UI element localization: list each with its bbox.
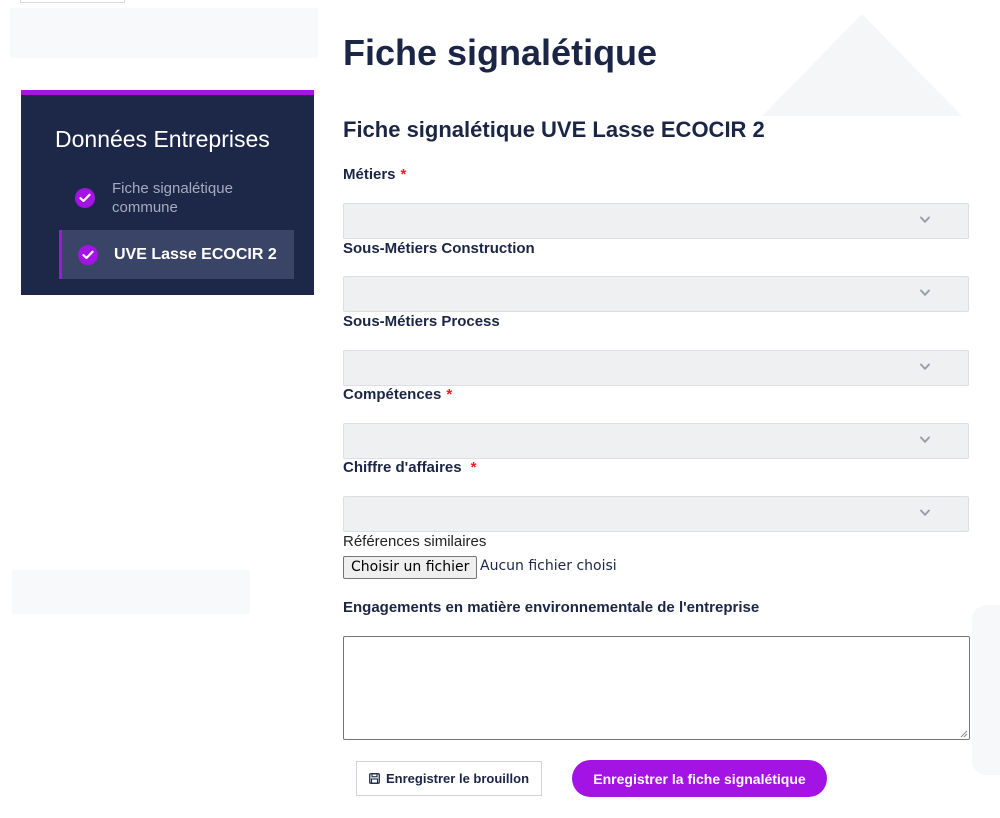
competences-select[interactable] xyxy=(343,423,969,459)
sidebar-item-label: Fiche signalétique commune xyxy=(112,180,233,216)
floppy-disk-icon xyxy=(369,773,380,784)
form-title: Fiche signalétique UVE Lasse ECOCIR 2 xyxy=(343,117,765,142)
sidebar: Données Entreprises Fiche signalétique c… xyxy=(21,90,314,295)
save-draft-label: Enregistrer le brouillon xyxy=(385,771,530,786)
choose-file-button[interactable]: Choisir un fichier xyxy=(343,556,478,579)
page-title: Fiche signalétique xyxy=(343,32,658,73)
sidebar-item-label: UVE Lasse ECOCIR 2 xyxy=(114,245,277,263)
sous-metiers-process-label: Sous-Métiers Process xyxy=(343,313,500,330)
chevron-down-icon xyxy=(920,289,930,296)
check-circle-icon xyxy=(78,244,98,265)
chiffre-affaires-label: Chiffre d'affaires * xyxy=(343,459,477,476)
metiers-label: Métiers * xyxy=(343,166,407,183)
chevron-down-icon xyxy=(920,363,930,370)
references-label: Références similaires xyxy=(343,533,487,550)
required-marker: * xyxy=(470,459,477,476)
chiffre-affaires-select[interactable] xyxy=(343,496,969,532)
required-marker: * xyxy=(446,386,453,403)
save-draft-button[interactable]: Enregistrer le brouillon xyxy=(356,761,542,796)
sidebar-item-uve-lasse[interactable]: UVE Lasse ECOCIR 2 xyxy=(59,230,294,279)
background-panel xyxy=(10,8,318,58)
competences-label: Compétences * xyxy=(343,386,453,403)
chevron-down-icon xyxy=(920,436,930,443)
check-circle-icon xyxy=(75,188,95,208)
top-tab[interactable] xyxy=(20,0,125,3)
resize-grip-icon[interactable] xyxy=(959,729,968,738)
required-marker: * xyxy=(400,166,407,183)
sidebar-item-fiche-commune[interactable]: Fiche signalétique commune xyxy=(59,179,294,217)
save-fiche-button[interactable]: Enregistrer la fiche signalétique xyxy=(572,760,827,797)
background-panel xyxy=(12,570,250,614)
chevron-down-icon xyxy=(920,509,930,516)
engagements-textarea[interactable] xyxy=(343,636,970,740)
chevron-down-icon xyxy=(920,216,930,223)
sous-metiers-construction-select[interactable] xyxy=(343,276,969,312)
sous-metiers-construction-label: Sous-Métiers Construction xyxy=(343,240,535,257)
sidebar-title: Données Entreprises xyxy=(55,126,270,152)
file-status: Aucun fichier choisi xyxy=(480,558,617,574)
metiers-select[interactable] xyxy=(343,203,969,239)
background-decoration xyxy=(972,605,1000,775)
background-decoration xyxy=(762,14,962,116)
engagements-label: Engagements en matière environnementale … xyxy=(343,599,760,616)
sous-metiers-process-select[interactable] xyxy=(343,350,969,386)
